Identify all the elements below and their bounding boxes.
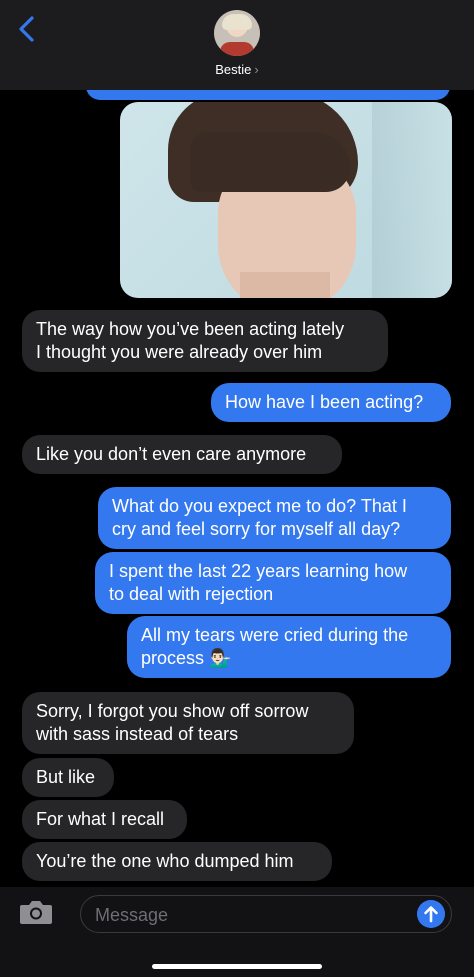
outgoing-message[interactable]: How have I been acting?	[211, 383, 451, 422]
incoming-message[interactable]: Sorry, I forgot you show off sorrow with…	[22, 692, 354, 754]
message-thread[interactable]: The way how you’ve been acting lately I …	[0, 90, 474, 887]
message-input[interactable]	[95, 903, 395, 927]
chevron-left-icon[interactable]	[14, 14, 42, 44]
message-field[interactable]	[80, 895, 452, 933]
outgoing-message[interactable]: What do you expect me to do? That I cry …	[98, 487, 451, 549]
home-indicator	[152, 964, 322, 969]
outgoing-message[interactable]: I spent the last 22 years learning how t…	[95, 552, 451, 614]
incoming-message[interactable]: Like you don’t even care anymore	[22, 435, 342, 474]
image-attachment[interactable]	[120, 102, 452, 298]
contact-name: Bestie	[215, 62, 252, 77]
outgoing-message[interactable]: All my tears were cried during the proce…	[127, 616, 451, 678]
outgoing-bubble-partial	[86, 90, 450, 100]
incoming-message[interactable]: You’re the one who dumped him	[22, 842, 332, 881]
camera-icon[interactable]	[18, 898, 54, 926]
avatar[interactable]	[214, 10, 260, 56]
arrow-up-icon[interactable]	[417, 900, 445, 928]
incoming-message[interactable]: For what I recall	[22, 800, 187, 839]
incoming-message[interactable]: The way how you’ve been acting lately I …	[22, 310, 388, 372]
chevron-right-icon: ›	[254, 62, 259, 77]
incoming-message[interactable]: But like	[22, 758, 114, 797]
conversation-header: Bestie ›	[0, 0, 474, 90]
contact-name-button[interactable]: Bestie ›	[0, 62, 474, 77]
